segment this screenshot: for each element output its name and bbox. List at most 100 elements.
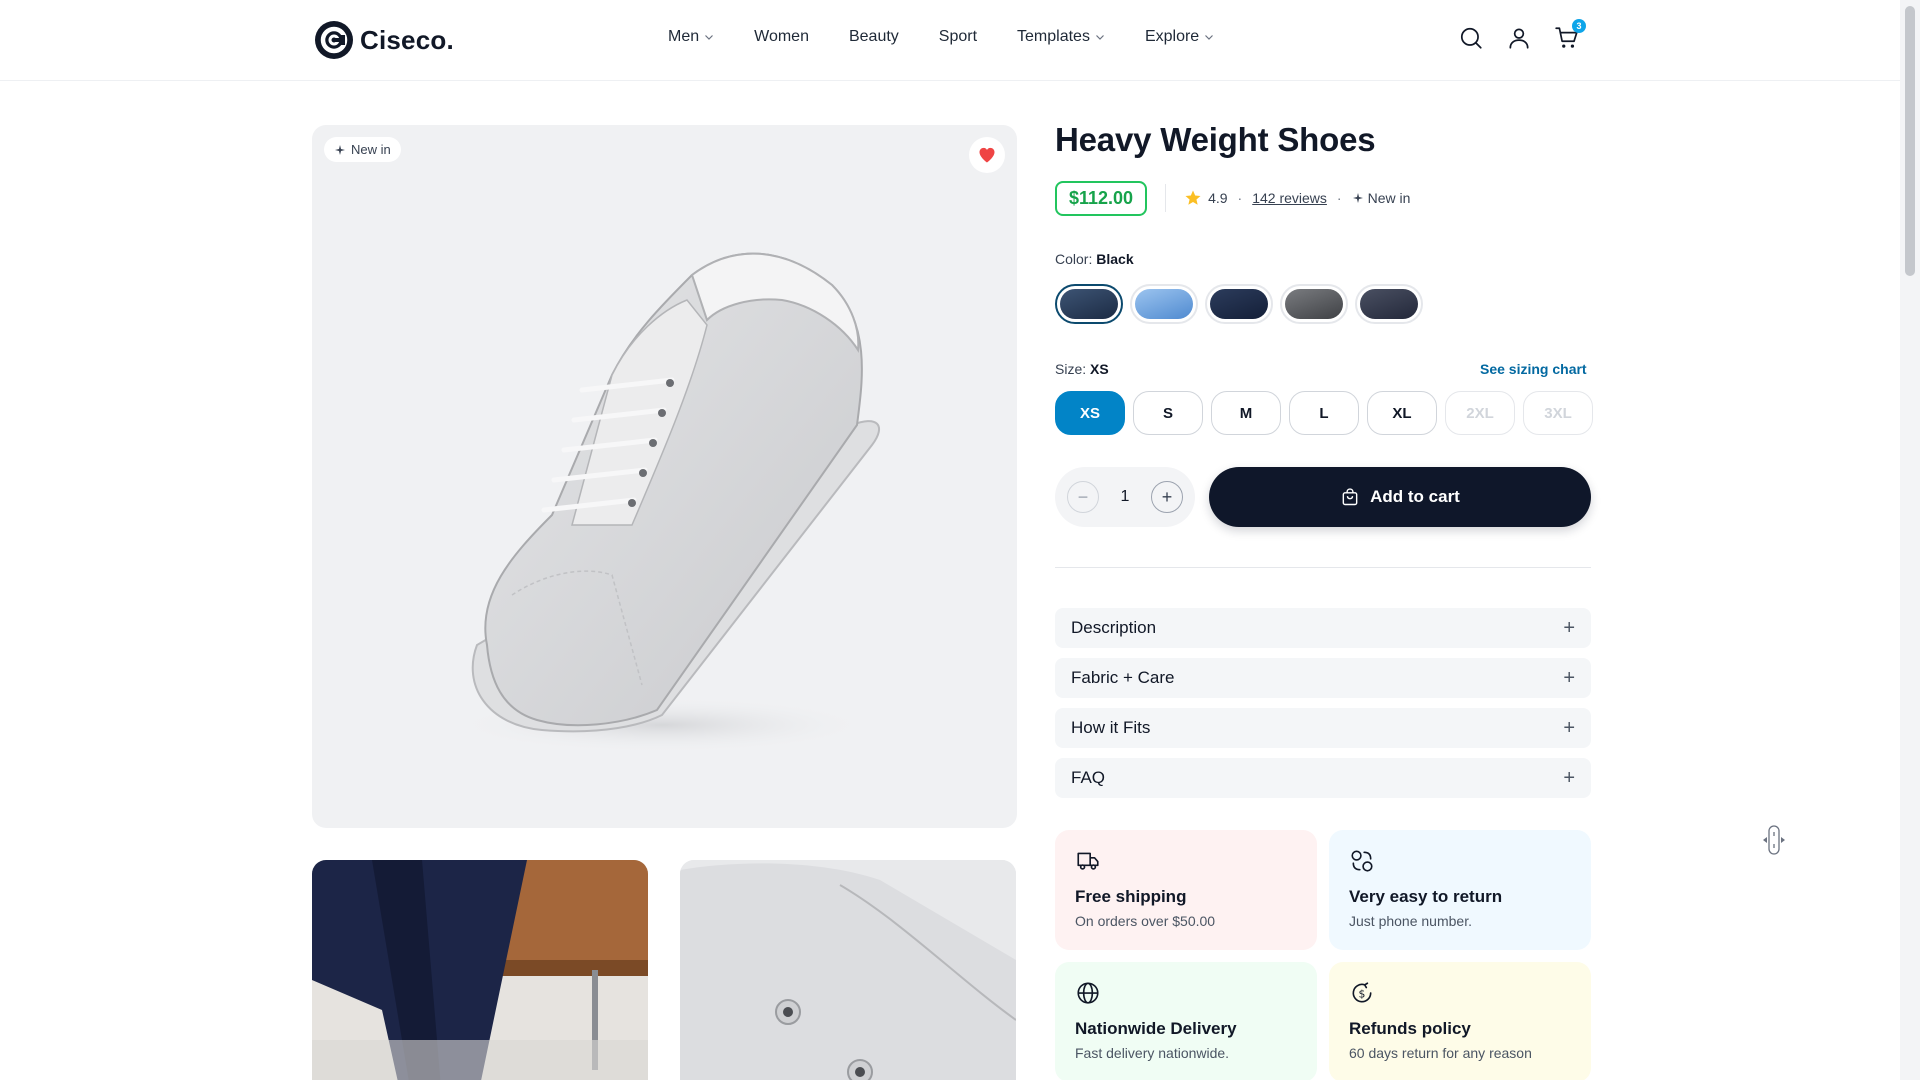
swatch-fill: [1360, 289, 1418, 319]
accordion-label: How it Fits: [1071, 718, 1151, 737]
policy-cards: Free shipping On orders over $50.00 Very…: [1055, 830, 1593, 1080]
policy-description: 60 days return for any reason: [1349, 1045, 1532, 1061]
policy-title: Free shipping: [1075, 887, 1187, 906]
nav-item-women[interactable]: Women: [754, 28, 809, 46]
accordion-label: FAQ: [1071, 768, 1106, 787]
badge-label: New in: [351, 142, 391, 157]
policy-title: Very easy to return: [1349, 887, 1503, 906]
add-to-cart-label: Add to cart: [1370, 487, 1460, 506]
star-icon: [1185, 190, 1201, 205]
color-swatch-4[interactable]: [1280, 284, 1348, 324]
logo-icon: [315, 21, 353, 59]
new-in-badge: New in: [324, 137, 401, 162]
price-rating-row: $112.00 4.9 · 142 reviews · New in: [1055, 180, 1410, 216]
header-actions: 3: [1458, 19, 1586, 51]
size-options: XS S M L XL 2XL 3XL: [1055, 391, 1593, 435]
policy-card-free-shipping: Free shipping On orders over $50.00: [1055, 830, 1317, 950]
shoe-image: [452, 252, 881, 753]
accordion-how-it-fits[interactable]: How it Fits +: [1055, 708, 1591, 748]
size-option-l[interactable]: L: [1289, 391, 1359, 435]
page-scrollbar[interactable]: [1900, 0, 1920, 1080]
nav-item-beauty[interactable]: Beauty: [849, 28, 899, 46]
cart-button[interactable]: 3: [1554, 19, 1586, 51]
nav-label: Templates: [1017, 28, 1090, 45]
new-in-status: New in: [1352, 190, 1411, 206]
nav-item-explore[interactable]: Explore: [1145, 28, 1214, 46]
divider: [1165, 184, 1167, 212]
rating-value: 4.9: [1208, 190, 1228, 206]
product-thumbnail[interactable]: [312, 860, 648, 1080]
size-label-prefix: Size:: [1055, 361, 1087, 377]
accordion-fabric-care[interactable]: Fabric + Care +: [1055, 658, 1591, 698]
favorite-button[interactable]: [969, 137, 1005, 173]
size-option-xl[interactable]: XL: [1367, 391, 1437, 435]
product-price: $112.00: [1055, 180, 1148, 216]
scrollbar-thumb[interactable]: [1905, 6, 1915, 276]
svg-text:$: $: [1359, 987, 1366, 1000]
size-option-s[interactable]: S: [1133, 391, 1203, 435]
size-option-3xl[interactable]: 3XL: [1523, 391, 1593, 435]
policy-description: On orders over $50.00: [1075, 913, 1216, 929]
product-main-image[interactable]: New in: [312, 125, 1017, 828]
color-swatch-5[interactable]: [1355, 284, 1423, 324]
nav-label: Women: [754, 28, 809, 45]
swatch-fill: [1285, 289, 1343, 319]
nav-item-men[interactable]: Men: [668, 28, 714, 46]
user-icon[interactable]: [1506, 25, 1532, 51]
policy-description: Fast delivery nationwide.: [1075, 1045, 1230, 1061]
color-swatch-3[interactable]: [1205, 284, 1273, 324]
quantity-value: 1: [1120, 488, 1130, 505]
color-label-prefix: Color:: [1055, 251, 1093, 267]
policy-title: Nationwide Delivery: [1075, 1019, 1237, 1038]
refund-icon: $: [1352, 982, 1372, 1003]
site-header: Ciseco. Men Women Beauty Sport Templates…: [0, 0, 1900, 81]
cart-count-badge: 3: [1572, 19, 1586, 33]
size-label: Size: XS: [1055, 361, 1109, 377]
selected-size: XS: [1090, 361, 1109, 377]
nav-item-sport[interactable]: Sport: [939, 28, 977, 46]
add-to-cart-button[interactable]: Add to cart: [1209, 467, 1591, 527]
color-swatch-1[interactable]: [1055, 284, 1123, 324]
shopping-bag-icon: [1342, 488, 1358, 506]
nav-label: Beauty: [848, 28, 899, 45]
selected-color: Black: [1096, 251, 1134, 267]
shoe-closeup-image: [680, 860, 1016, 1080]
heart-icon: [979, 147, 995, 163]
main-nav: Men Women Beauty Sport Templates Explore: [668, 28, 1254, 46]
sparkle-icon: [335, 144, 345, 155]
sizing-chart-link[interactable]: See sizing chart: [1480, 361, 1587, 377]
policy-card-nationwide-delivery: Nationwide Delivery Fast delivery nation…: [1055, 962, 1317, 1080]
scroll-cursor-icon: [1763, 825, 1785, 855]
swatch-fill: [1210, 289, 1268, 319]
size-option-xs[interactable]: XS: [1055, 391, 1125, 435]
plus-icon: +: [1563, 666, 1575, 689]
swatch-fill: [1135, 289, 1193, 319]
truck-icon: [1077, 852, 1099, 870]
plus-icon: +: [1563, 766, 1575, 789]
logo[interactable]: Ciseco.: [314, 20, 454, 60]
nav-label: Sport: [938, 28, 978, 45]
product-thumbnail[interactable]: [680, 860, 1016, 1080]
increase-quantity-button[interactable]: +: [1151, 481, 1183, 513]
color-swatches: [1055, 284, 1423, 324]
accordion-description[interactable]: Description +: [1055, 608, 1591, 648]
section-divider: [1055, 567, 1591, 568]
reviews-link[interactable]: 142 reviews: [1252, 190, 1327, 206]
status-label: New in: [1367, 190, 1411, 206]
product-title: Heavy Weight Shoes: [1055, 121, 1376, 158]
search-icon[interactable]: [1458, 25, 1484, 51]
size-option-m[interactable]: M: [1211, 391, 1281, 435]
rating-summary: 4.9 · 142 reviews · New in: [1184, 189, 1410, 207]
return-icon: [1351, 850, 1373, 872]
accordion-label: Description: [1071, 618, 1157, 637]
accordion-faq[interactable]: FAQ +: [1055, 758, 1591, 798]
globe-icon: [1077, 982, 1099, 1004]
accordion-label: Fabric + Care: [1071, 668, 1175, 687]
decrease-quantity-button[interactable]: −: [1067, 481, 1099, 513]
chevron-down-icon: [1096, 35, 1104, 40]
nav-item-templates[interactable]: Templates: [1017, 28, 1105, 46]
size-option-2xl[interactable]: 2XL: [1445, 391, 1515, 435]
color-swatch-2[interactable]: [1130, 284, 1198, 324]
plus-icon: +: [1563, 616, 1575, 639]
policy-description: Just phone number.: [1349, 913, 1472, 929]
